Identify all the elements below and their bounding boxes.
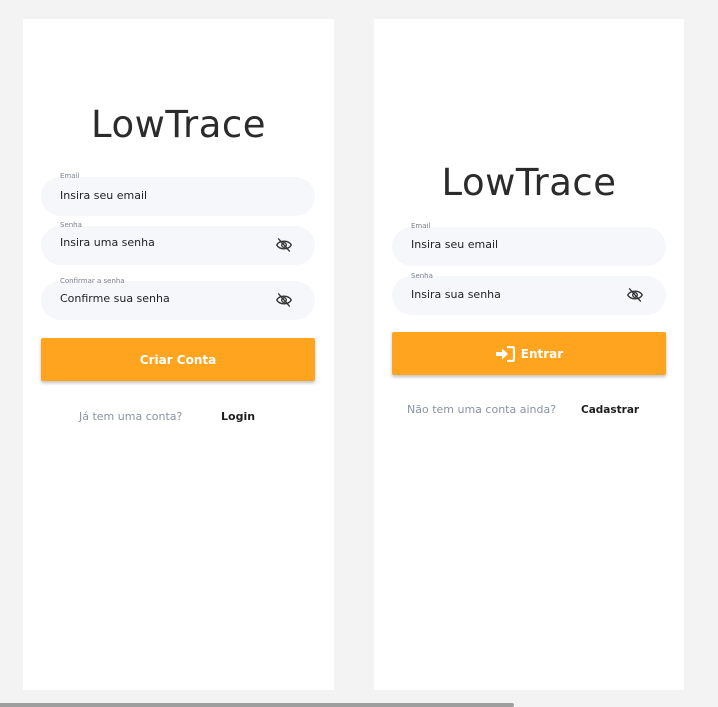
email-input[interactable]: Insira seu email bbox=[60, 188, 147, 204]
app-logo: LowTrace bbox=[441, 161, 617, 204]
register-link[interactable]: Cadastrar bbox=[581, 403, 639, 417]
password-label: Senha bbox=[411, 272, 433, 280]
email-label: Email bbox=[411, 222, 431, 230]
signup-screen: LowTrace Email Insira seu email Senha In… bbox=[23, 19, 334, 690]
confirm-password-input[interactable]: Confirme sua senha bbox=[60, 291, 170, 307]
app-logo: LowTrace bbox=[90, 103, 267, 146]
enter-button[interactable]: Entrar bbox=[392, 332, 666, 375]
login-link[interactable]: Login bbox=[221, 410, 255, 424]
email-field[interactable]: Email Insira seu email bbox=[41, 172, 315, 216]
login-screen: LowTrace Email Insira seu email Senha In… bbox=[374, 19, 684, 690]
password-input[interactable]: Insira uma senha bbox=[60, 235, 155, 251]
create-account-label: Criar Conta bbox=[139, 352, 217, 367]
no-account-text: Não tem uma conta ainda? bbox=[407, 403, 557, 416]
confirm-password-field[interactable]: Confirmar a senha Confirme sua senha bbox=[41, 277, 315, 320]
confirm-password-label: Confirmar a senha bbox=[60, 277, 125, 285]
eye-off-icon[interactable] bbox=[275, 237, 293, 253]
sign-in-icon bbox=[495, 345, 515, 362]
email-field[interactable]: Email Insira seu email bbox=[392, 222, 666, 266]
password-input[interactable]: Insira sua senha bbox=[411, 287, 501, 303]
horizontal-scrollbar[interactable] bbox=[0, 703, 514, 707]
password-field[interactable]: Senha Insira uma senha bbox=[41, 221, 315, 265]
password-label: Senha bbox=[60, 221, 82, 229]
have-account-text: Já tem uma conta? bbox=[79, 410, 183, 423]
create-account-button[interactable]: Criar Conta bbox=[41, 338, 315, 381]
email-input[interactable]: Insira seu email bbox=[411, 237, 498, 253]
password-field[interactable]: Senha Insira sua senha bbox=[392, 272, 666, 315]
email-label: Email bbox=[60, 172, 80, 180]
enter-label: Entrar bbox=[520, 346, 564, 361]
eye-off-icon[interactable] bbox=[626, 287, 644, 303]
eye-off-icon[interactable] bbox=[275, 292, 293, 308]
